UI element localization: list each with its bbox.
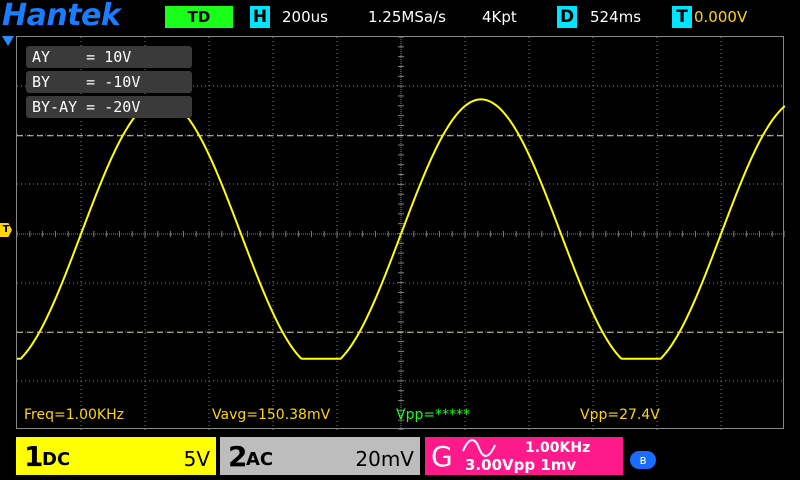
delay-icon: D <box>557 6 577 28</box>
waveform-display[interactable] <box>16 36 785 430</box>
cursor-delta: BY-AY = -20V <box>26 96 192 118</box>
channel-1-coupling: DC <box>42 449 71 470</box>
generator-panel[interactable]: G 1.00KHz 3.00Vpp 1mv <box>425 437 623 475</box>
channel-1-number: 1 <box>24 440 44 473</box>
channel-1-panel[interactable]: 1 DC 5V <box>16 437 216 475</box>
channel-2-scale: 20mV <box>355 447 414 471</box>
bluetooth-glyph: ʙ <box>639 453 647 467</box>
channel-1-scale: 5V <box>183 447 210 471</box>
delay-value[interactable]: 524ms <box>590 6 641 28</box>
sine-wave-icon <box>462 439 496 457</box>
sample-rate: 1.25MSa/s <box>368 8 446 26</box>
channel-2-number: 2 <box>228 440 248 473</box>
cursor-by: BY = -10V <box>26 71 192 93</box>
measurement-vpp-ch1: Vpp=27.4V <box>580 407 660 423</box>
channel-2-coupling: AC <box>246 449 274 470</box>
measurement-vpp-ch2: Vpp=***** <box>396 407 471 423</box>
measurement-freq: Freq=1.00KHz <box>24 407 124 423</box>
brand-logo: Hantek <box>2 0 121 33</box>
generator-frequency: 1.00KHz <box>525 440 591 456</box>
channel-position-marker[interactable] <box>2 36 14 46</box>
timebase-value[interactable]: 200us <box>282 6 328 28</box>
top-status-bar: Hantek TD H 200us 1.25MSa/s 4Kpt D 524ms… <box>0 0 800 34</box>
trigger-icon: T <box>672 6 692 28</box>
generator-label: G <box>431 440 453 473</box>
measurement-vavg: Vavg=150.38mV <box>212 407 331 423</box>
trigger-level-marker[interactable]: T <box>0 223 12 237</box>
bluetooth-icon[interactable]: ʙ <box>630 451 656 469</box>
memory-depth: 4Kpt <box>482 8 517 26</box>
mode-badge[interactable]: TD <box>165 6 233 28</box>
cursor-ay: AY = 10V <box>26 46 192 68</box>
trigger-level[interactable]: 0.000V <box>694 6 747 28</box>
generator-amplitude: 3.00Vpp 1mv <box>465 456 577 474</box>
timebase-icon: H <box>250 6 270 28</box>
channel-2-panel[interactable]: 2 AC 20mV <box>220 437 420 475</box>
